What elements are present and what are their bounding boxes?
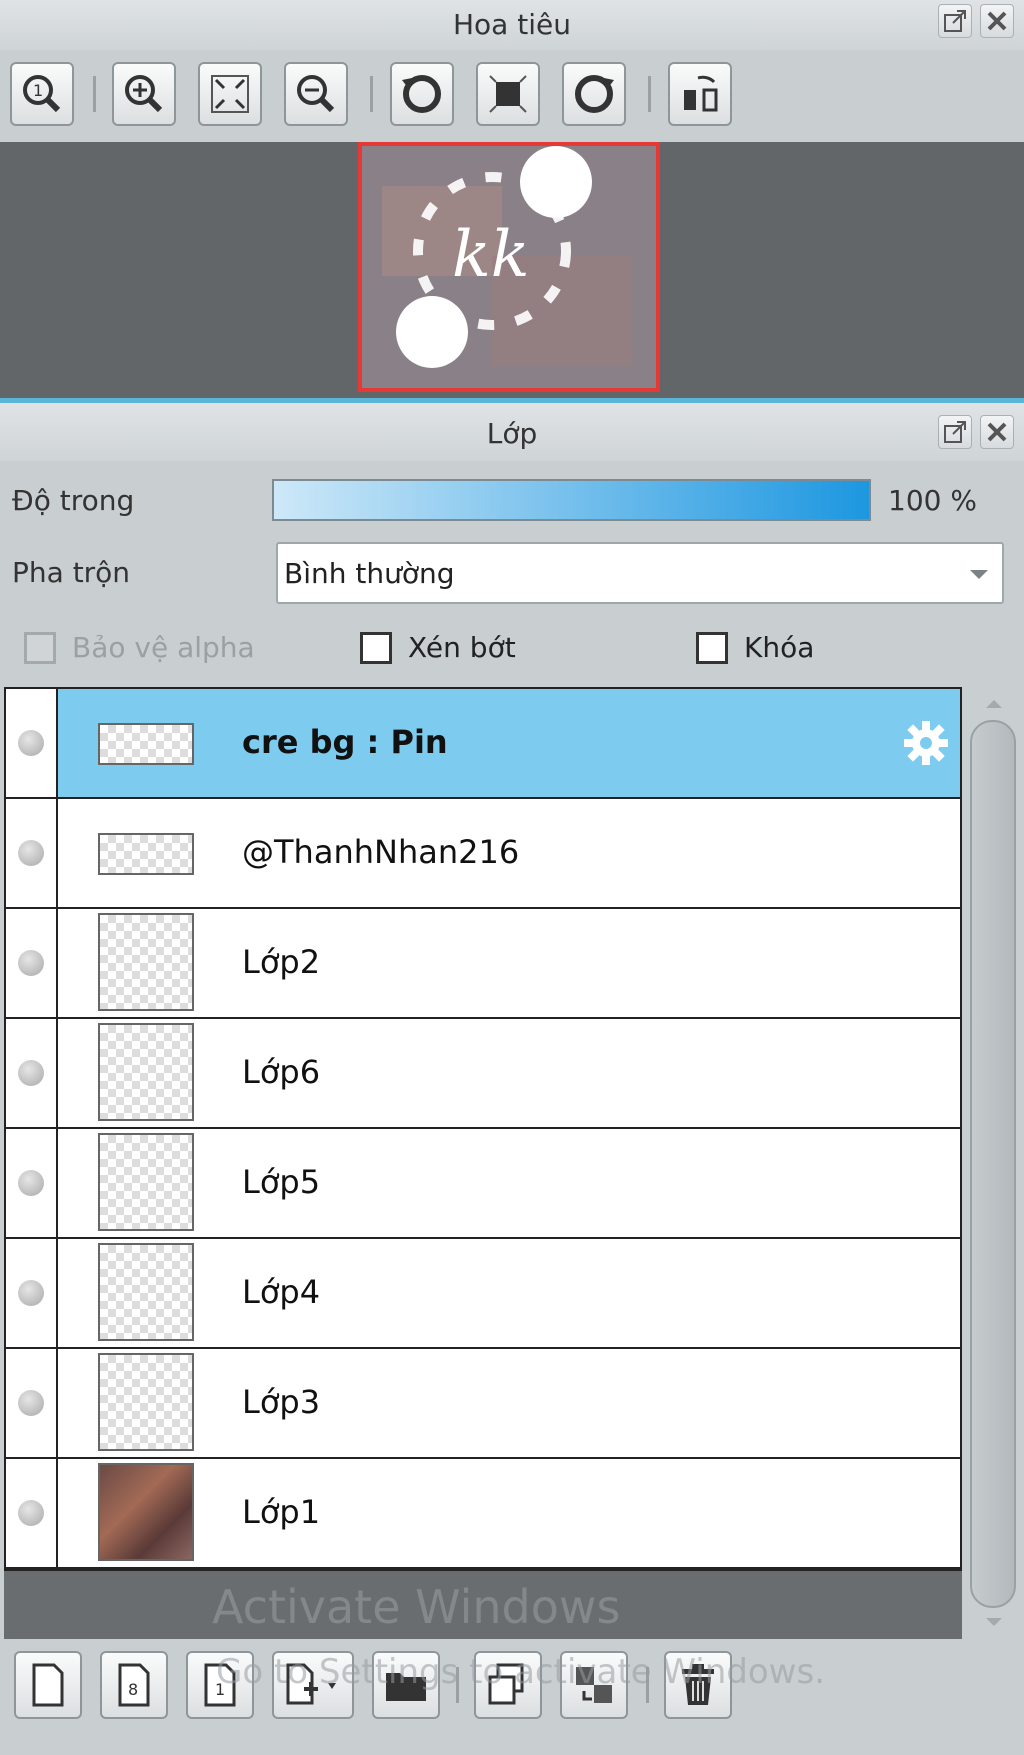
activate-windows-subtitle: Go to Settings to activate Windows. (216, 1652, 825, 1692)
new-layer-button[interactable] (14, 1651, 82, 1719)
layer-name: @ThanhNhan216 (242, 833, 520, 871)
blend-mode-value: Bình thường (284, 557, 455, 590)
undock-icon (944, 421, 966, 443)
svg-text:8: 8 (128, 1680, 138, 1699)
layer-name: Lớp2 (242, 943, 321, 981)
new-8bit-layer-icon: 8 (118, 1663, 150, 1707)
layers-undock-button[interactable] (938, 415, 972, 449)
visibility-toggle[interactable] (6, 1459, 58, 1567)
layer-row[interactable]: Lớp2 (6, 909, 960, 1019)
scroll-down-arrow-icon[interactable] (986, 1618, 1002, 1626)
lock-label: Khóa (744, 631, 815, 664)
layer-name: Lớp6 (242, 1053, 321, 1091)
lock-checkbox[interactable] (696, 632, 728, 664)
navigator-toolbar: 1 (0, 50, 1024, 142)
visibility-toggle[interactable] (6, 1129, 58, 1237)
layers-header: Lớp (0, 403, 1024, 461)
layer-thumbnail (98, 1133, 194, 1231)
flip-horizontal-icon (684, 75, 718, 112)
alpha-protect-label: Bảo vệ alpha (72, 631, 255, 664)
close-icon (987, 422, 1007, 442)
zoom-out-button[interactable] (284, 62, 348, 126)
visibility-toggle[interactable] (6, 1019, 58, 1127)
opacity-slider[interactable] (272, 479, 871, 521)
blend-mode-select[interactable]: Bình thường (276, 542, 1004, 604)
layer-list: cre bg : Pin @ThanhNhan216 Lớp2 Lớp6 Lớp… (4, 687, 962, 1571)
layers-title: Lớp (486, 417, 538, 450)
layer-row[interactable]: Lớp1 (6, 1459, 960, 1569)
gear-icon[interactable] (902, 719, 950, 767)
layer-name: cre bg : Pin (242, 723, 448, 761)
visibility-toggle[interactable] (6, 909, 58, 1017)
blend-mode-label: Pha trộn (12, 556, 131, 589)
zoom-fit-icon (211, 75, 249, 113)
layer-scrollbar[interactable] (966, 700, 1020, 1626)
layer-row[interactable]: Lớp3 (6, 1349, 960, 1459)
canvas-thumbnail[interactable]: kk (358, 142, 660, 392)
svg-text:1: 1 (33, 81, 43, 100)
rotate-right-button[interactable] (562, 62, 626, 126)
layer-name: Lớp5 (242, 1163, 321, 1201)
layer-row[interactable]: Lớp4 (6, 1239, 960, 1349)
thumbnail-logo-text: kk (452, 218, 530, 292)
scroll-up-arrow-icon[interactable] (986, 700, 1002, 708)
visibility-toggle[interactable] (6, 689, 58, 797)
layer-name: Lớp3 (242, 1383, 321, 1421)
scroll-thumb[interactable] (970, 720, 1016, 1608)
reset-rotation-button[interactable] (476, 62, 540, 126)
visibility-dot-icon (18, 1390, 44, 1416)
layer-thumbnail (98, 1023, 194, 1121)
close-icon (987, 11, 1007, 31)
close-button[interactable] (980, 4, 1014, 38)
layer-row[interactable]: @ThanhNhan216 (6, 799, 960, 909)
layer-row[interactable]: Lớp5 (6, 1129, 960, 1239)
zoom-out-icon (297, 75, 335, 113)
zoom-in-button[interactable] (112, 62, 176, 126)
zoom-actual-size-button[interactable]: 1 (10, 62, 74, 126)
activate-windows-title: Activate Windows (212, 1580, 621, 1634)
rotate-right-icon (575, 75, 614, 113)
layer-thumbnail (98, 1463, 194, 1561)
visibility-dot-icon (18, 840, 44, 866)
navigator-title: Hoa tiêu (453, 8, 571, 41)
undock-button[interactable] (938, 4, 972, 38)
visibility-dot-icon (18, 1060, 44, 1086)
new-layer-icon (32, 1663, 64, 1707)
rotate-left-button[interactable] (390, 62, 454, 126)
visibility-dot-icon (18, 730, 44, 756)
visibility-dot-icon (18, 950, 44, 976)
layer-thumbnail (98, 913, 194, 1011)
clipping-checkbox[interactable] (360, 632, 392, 664)
zoom-in-icon (125, 75, 163, 113)
opacity-label: Độ trong (12, 484, 135, 517)
undock-icon (944, 10, 966, 32)
layer-thumbnail (98, 723, 194, 765)
reset-rotation-icon (489, 75, 527, 113)
visibility-dot-icon (18, 1500, 44, 1526)
clipping-label: Xén bớt (408, 631, 516, 664)
rotate-left-icon (402, 75, 441, 113)
opacity-value: 100 % (888, 484, 977, 517)
visibility-dot-icon (18, 1170, 44, 1196)
new-8bit-layer-button[interactable]: 8 (100, 1651, 168, 1719)
canvas-preview-image: kk (362, 146, 656, 388)
visibility-toggle[interactable] (6, 1349, 58, 1457)
visibility-toggle[interactable] (6, 1239, 58, 1347)
layer-row[interactable]: cre bg : Pin (6, 689, 960, 799)
layers-close-button[interactable] (980, 415, 1014, 449)
layer-thumbnail (98, 833, 194, 875)
visibility-toggle[interactable] (6, 799, 58, 907)
layer-thumbnail (98, 1243, 194, 1341)
navigator-header: Hoa tiêu (0, 0, 1024, 50)
layer-name: Lớp1 (242, 1493, 321, 1531)
visibility-dot-icon (18, 1280, 44, 1306)
zoom-fit-button[interactable] (198, 62, 262, 126)
layer-thumbnail (98, 1353, 194, 1451)
layer-name: Lớp4 (242, 1273, 321, 1311)
flip-horizontal-button[interactable] (668, 62, 732, 126)
layer-row[interactable]: Lớp6 (6, 1019, 960, 1129)
chevron-down-icon (970, 570, 988, 579)
zoom-actual-size-icon: 1 (23, 75, 61, 113)
alpha-protect-checkbox[interactable] (24, 632, 56, 664)
